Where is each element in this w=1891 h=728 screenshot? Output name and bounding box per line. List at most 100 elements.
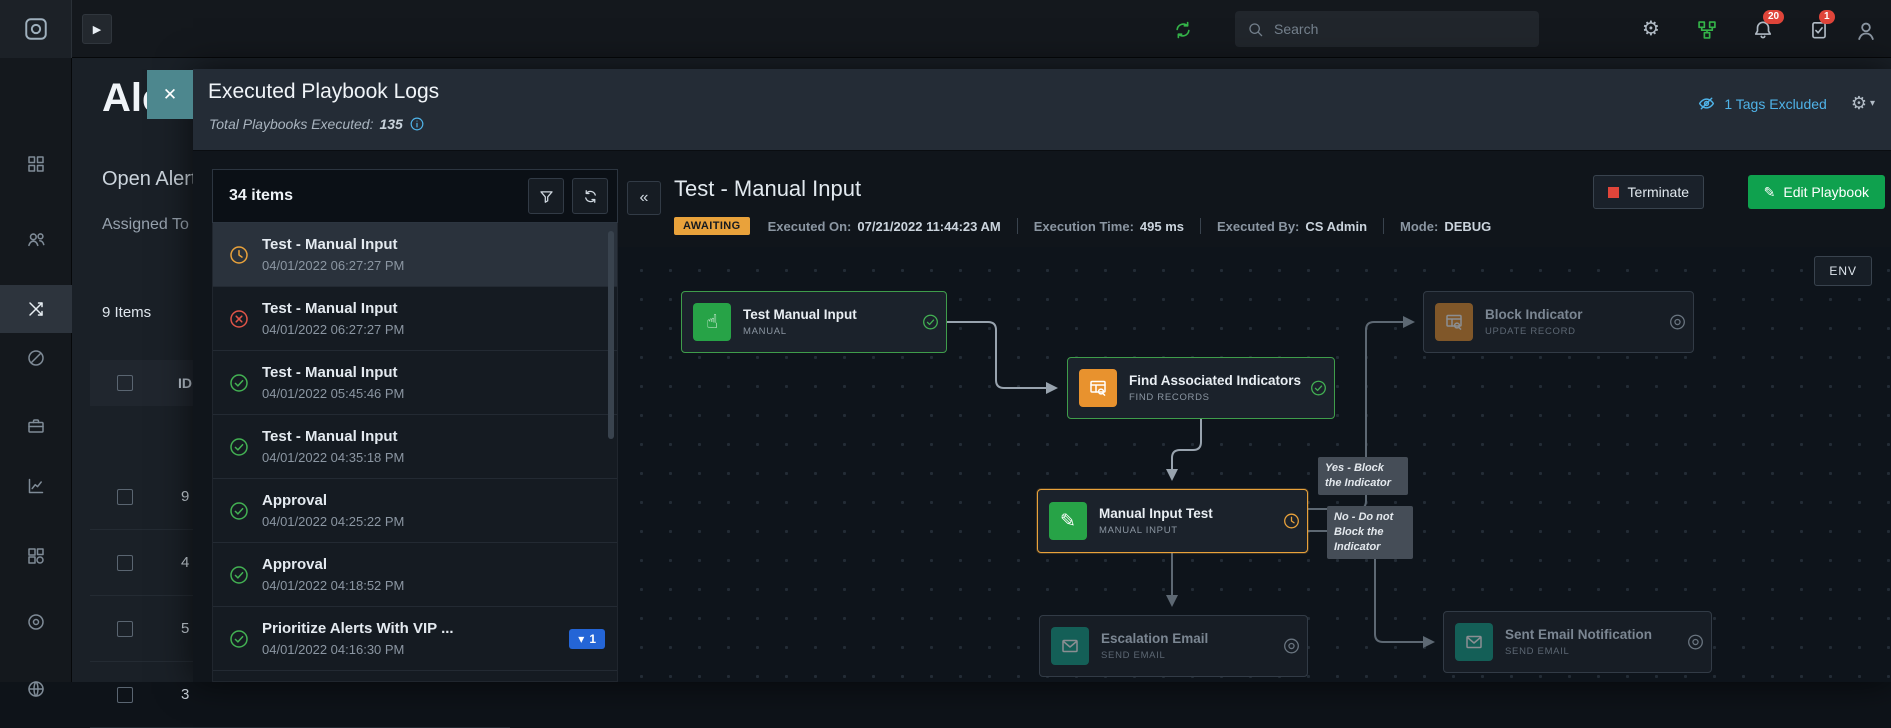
eye-off-icon (1697, 94, 1716, 113)
select-all-checkbox[interactable] (117, 375, 133, 391)
edge-label-no[interactable]: No - Do not Block the Indicator (1327, 506, 1413, 559)
widgets-icon (26, 546, 46, 566)
search-box[interactable] (1235, 11, 1539, 47)
tasks-clipboard-icon[interactable]: 1 (1808, 19, 1830, 41)
status-success-icon (229, 437, 249, 457)
chart-icon (26, 476, 46, 496)
list-item-text: Test - Manual Input 04/01/2022 06:27:27 … (262, 236, 605, 273)
list-item-timestamp: 04/01/2022 06:27:27 PM (262, 322, 605, 337)
sidebar-item-incidents[interactable] (0, 402, 72, 450)
sidebar-item-dashboard[interactable] (0, 140, 72, 188)
list-item[interactable]: Prioritize Alerts With VIP ... 04/01/202… (213, 607, 617, 671)
edit-playbook-label: Edit Playbook (1783, 184, 1869, 200)
sidebar-item-automation[interactable] (0, 334, 72, 382)
sidebar-item-widgets[interactable] (0, 532, 72, 580)
row-checkbox[interactable] (117, 687, 133, 703)
meta-label: Executed On: (768, 219, 852, 234)
row-id: 5 (181, 620, 189, 637)
node-block-indicator[interactable]: Block Indicator UPDATE RECORD (1423, 291, 1694, 353)
list-scrollbar[interactable] (608, 231, 614, 439)
list-item-timestamp: 04/01/2022 06:27:27 PM (262, 258, 605, 273)
edge-label-yes[interactable]: Yes - Block the Indicator (1318, 457, 1408, 495)
node-find-associated-indicators[interactable]: Find Associated Indicators FIND RECORDS (1067, 357, 1335, 419)
collapse-list-button[interactable]: « (627, 181, 661, 215)
list-item-title: Approval (262, 556, 605, 573)
search-input[interactable] (1274, 21, 1527, 37)
node-subtitle: MANUAL INPUT (1099, 525, 1213, 536)
executed-check-icon (922, 314, 939, 331)
user-avatar-icon[interactable] (1854, 19, 1876, 41)
sidebar-item-reports[interactable] (0, 462, 72, 510)
info-icon[interactable] (409, 116, 425, 132)
list-item[interactable]: Approval 04/01/2022 04:18:52 PM (213, 543, 617, 607)
settings-gear-icon[interactable]: ⚙ (1640, 19, 1662, 41)
automation-icon (26, 348, 46, 368)
chevron-down-icon: ▾ (578, 632, 584, 646)
row-checkbox[interactable] (117, 489, 133, 505)
sidebar-item-playbooks[interactable] (0, 285, 72, 333)
sidebar-item-help[interactable] (0, 598, 72, 646)
assigned-to-filter[interactable]: Assigned To (102, 216, 189, 234)
open-alerts-label: Open Alerts (102, 168, 207, 191)
node-sent-email-notification[interactable]: Sent Email Notification SEND EMAIL (1443, 611, 1712, 673)
list-item-text: Approval 04/01/2022 04:25:22 PM (262, 492, 605, 529)
double-chevron-left-icon: « (640, 189, 649, 207)
node-subtitle: MANUAL (743, 326, 857, 337)
globe-icon (26, 679, 46, 699)
row-checkbox[interactable] (117, 555, 133, 571)
filter-button[interactable] (528, 178, 564, 214)
edit-playbook-button[interactable]: ✎ Edit Playbook (1748, 175, 1885, 209)
sync-status-icon[interactable] (1172, 19, 1194, 41)
list-item-title: Approval (262, 492, 605, 509)
connectors-icon[interactable] (1696, 19, 1718, 41)
close-panel-button[interactable]: ✕ (147, 70, 193, 119)
node-test-manual-input[interactable]: ☝ Test Manual Input MANUAL (681, 291, 947, 353)
list-item[interactable]: Test - Manual Input 04/01/2022 04:35:18 … (213, 415, 617, 479)
status-awaiting-icon (229, 245, 249, 265)
sidebar-item-queues[interactable] (0, 215, 72, 263)
list-item-timestamp: 04/01/2022 04:35:18 PM (262, 450, 605, 465)
status-badge: AWAITING (674, 217, 750, 235)
search-icon (1247, 21, 1264, 38)
tags-excluded-label: 1 Tags Excluded (1724, 96, 1826, 112)
tasks-count-badge: 1 (1819, 10, 1835, 24)
play-button[interactable]: ▶ (82, 14, 112, 44)
list-item-title: Prioritize Alerts With VIP ... (262, 620, 569, 637)
node-text: Escalation Email SEND EMAIL (1101, 631, 1208, 661)
panel-settings-button[interactable]: ⚙▾ (1851, 93, 1875, 114)
divider (1017, 218, 1018, 234)
node-subtitle: FIND RECORDS (1129, 392, 1301, 403)
child-playbooks-badge[interactable]: ▾ 1 (569, 629, 605, 649)
app-logo[interactable] (0, 0, 72, 58)
playbooks-flow-icon (26, 299, 46, 319)
env-button[interactable]: ENV (1814, 256, 1872, 286)
notifications-bell-icon[interactable]: 20 (1752, 19, 1774, 41)
meta-label: Executed By: (1217, 219, 1299, 234)
dashboard-grid-icon (26, 154, 46, 174)
list-item[interactable]: Test - Manual Input 04/01/2022 05:45:46 … (213, 351, 617, 415)
run-meta-row: AWAITING Executed On: 07/21/2022 11:44:2… (674, 217, 1491, 235)
send-email-icon (1455, 623, 1493, 661)
terminate-button[interactable]: Terminate (1593, 175, 1704, 209)
tags-excluded-toggle[interactable]: 1 Tags Excluded (1697, 94, 1826, 113)
row-checkbox[interactable] (117, 621, 133, 637)
not-executed-icon (1669, 314, 1686, 331)
list-item[interactable]: Test - Manual Input 04/01/2022 06:27:27 … (213, 223, 617, 287)
playbook-canvas[interactable]: ENV ☝ Test Manual Input MANUAL Find Asso… (618, 247, 1891, 682)
sidebar (0, 58, 72, 682)
list-item-timestamp: 04/01/2022 04:18:52 PM (262, 578, 605, 593)
list-item[interactable]: Approval 04/01/2022 04:25:22 PM (213, 479, 617, 543)
node-escalation-email[interactable]: Escalation Email SEND EMAIL (1039, 615, 1308, 677)
awaiting-clock-icon (1283, 513, 1300, 530)
node-text: Sent Email Notification SEND EMAIL (1505, 627, 1652, 657)
node-text: Manual Input Test MANUAL INPUT (1099, 506, 1213, 536)
send-email-icon (1051, 627, 1089, 665)
chevron-down-icon: ▾ (1870, 98, 1875, 109)
node-manual-input-test[interactable]: ✎ Manual Input Test MANUAL INPUT (1037, 489, 1308, 553)
list-item[interactable]: Test - Manual Input 04/01/2022 06:27:27 … (213, 287, 617, 351)
funnel-icon (538, 188, 555, 205)
id-column-header[interactable]: ID (178, 375, 192, 391)
sidebar-item-connectors[interactable] (0, 665, 72, 713)
refresh-button[interactable] (572, 178, 608, 214)
list-item-title: Test - Manual Input (262, 364, 605, 381)
